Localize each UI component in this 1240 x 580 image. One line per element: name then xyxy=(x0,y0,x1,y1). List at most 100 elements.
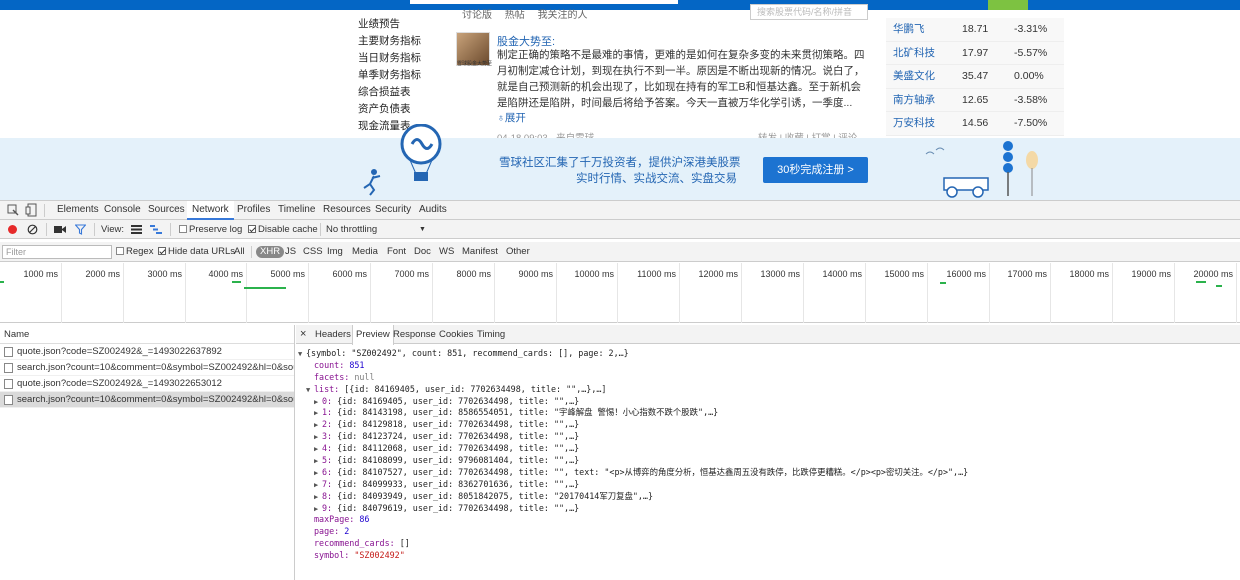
json-list-item[interactable]: ▶ 4: {id: 84112068, user_id: 7702634498, … xyxy=(298,443,968,455)
type-filter-other[interactable]: Other xyxy=(504,242,532,262)
post-avatar[interactable]: 雪球股金大势至 xyxy=(456,32,492,67)
stock-list: 华鹏飞 18.71 -3.31% 北矿科技 17.97 -5.57% 美盛文化 … xyxy=(886,18,1064,136)
stock-name[interactable]: 美盛文化 xyxy=(893,65,935,89)
json-list-item[interactable]: ▶ 0: {id: 84169405, user_id: 7702634498, … xyxy=(298,396,968,408)
stock-row[interactable]: 华鹏飞 18.71 -3.31% xyxy=(886,18,1064,42)
tab-audits[interactable]: Audits xyxy=(414,201,452,220)
stock-change: -7.50% xyxy=(1014,117,1048,129)
stock-name[interactable]: 南方轴承 xyxy=(893,89,935,113)
expanded-triangle-icon[interactable]: ▼ xyxy=(306,385,314,397)
side-menu-item[interactable]: 单季财务指标 xyxy=(358,67,421,84)
tab-timing[interactable]: Timing xyxy=(477,325,505,344)
tab-sources[interactable]: Sources xyxy=(143,201,190,220)
type-filter-js[interactable]: JS xyxy=(283,242,298,262)
stock-row[interactable]: 北矿科技 17.97 -5.57% xyxy=(886,42,1064,66)
type-filter-css[interactable]: CSS xyxy=(301,242,325,262)
type-filter-all[interactable]: All xyxy=(232,242,247,262)
regex-checkbox[interactable]: Regex xyxy=(116,242,153,262)
checkbox-box[interactable] xyxy=(158,247,166,255)
separator xyxy=(94,223,95,236)
type-filter-ws[interactable]: WS xyxy=(437,242,456,262)
tab-resources[interactable]: Resources xyxy=(318,201,376,220)
stock-row[interactable]: 美盛文化 35.47 0.00% xyxy=(886,65,1064,89)
type-filter-manifest[interactable]: Manifest xyxy=(460,242,500,262)
tab-elements[interactable]: Elements xyxy=(52,201,104,220)
json-root-line[interactable]: ▼ {symbol: "SZ002492", count: 851, recomm… xyxy=(298,348,968,360)
inspect-element-icon[interactable] xyxy=(6,203,20,217)
json-list-item[interactable]: ▶ 3: {id: 84123724, user_id: 7702634498, … xyxy=(298,431,968,443)
type-filter-font[interactable]: Font xyxy=(385,242,408,262)
waterfall-overview-icon[interactable] xyxy=(150,225,162,234)
device-mode-icon[interactable] xyxy=(25,203,39,217)
request-row[interactable]: quote.json?code=SZ002492&_=1493022653012 xyxy=(0,376,294,392)
preserve-log-checkbox[interactable]: Preserve log xyxy=(179,220,242,239)
json-list-item[interactable]: ▶ 6: {id: 84107527, user_id: 7702634498, … xyxy=(298,467,968,479)
stock-row[interactable]: 南方轴承 12.65 -3.58% xyxy=(886,89,1064,113)
regex-label: Regex xyxy=(126,246,154,257)
hide-data-urls-checkbox[interactable]: Hide data URLs xyxy=(158,242,235,262)
request-row-selected[interactable]: search.json?count=10&comment=0&symbol=SZ… xyxy=(0,392,294,408)
feed-tab-discussion[interactable]: 讨论版 xyxy=(462,10,492,21)
json-value: null xyxy=(354,371,375,382)
site-search-input[interactable]: 搜索股票代码/名称/拼音 xyxy=(750,4,868,20)
checkbox-box[interactable] xyxy=(179,225,187,233)
type-filter-doc[interactable]: Doc xyxy=(412,242,433,262)
tab-security[interactable]: Security xyxy=(370,201,416,220)
timeline-tick-label: 12000 ms xyxy=(698,269,738,279)
checkbox-box[interactable] xyxy=(116,247,124,255)
request-row[interactable]: search.json?count=10&comment=0&symbol=SZ… xyxy=(0,360,294,376)
network-overview-timeline[interactable]: 20000 ms 19000 ms 18000 ms 17000 ms 16000 ms… xyxy=(0,263,1240,323)
json-list-item[interactable]: ▶ 9: {id: 84079619, user_id: 7702634498, … xyxy=(298,503,968,515)
timeline-tick-label: 2000 ms xyxy=(85,269,120,279)
tab-network[interactable]: Network xyxy=(187,201,234,220)
collapsed-triangle-icon[interactable]: ▶ xyxy=(314,492,322,504)
side-menu-item[interactable]: 主要财务指标 xyxy=(358,33,421,50)
stock-name[interactable]: 万安科技 xyxy=(893,112,935,136)
disable-cache-checkbox[interactable]: Disable cache xyxy=(248,220,318,239)
side-menu-item[interactable]: 资产负债表 xyxy=(358,101,421,118)
checkbox-box[interactable] xyxy=(248,225,256,233)
tab-preview[interactable]: Preview xyxy=(352,325,394,345)
stock-price: 35.47 xyxy=(962,70,989,82)
clear-icon[interactable] xyxy=(27,224,38,235)
json-list-item[interactable]: ▶ 2: {id: 84129818, user_id: 7702634498, … xyxy=(298,419,968,431)
tab-headers[interactable]: Headers xyxy=(315,325,351,344)
json-value: {id: 84093949, user_id: 8051842075, titl… xyxy=(337,490,654,501)
stock-name[interactable]: 华鹏飞 xyxy=(893,18,925,42)
register-button[interactable]: 30秒完成注册 > xyxy=(763,157,868,183)
json-list-item[interactable]: ▶ 1: {id: 84143198, user_id: 8586554051, … xyxy=(298,407,968,419)
tab-timeline[interactable]: Timeline xyxy=(273,201,320,220)
name-column-header[interactable]: Name xyxy=(0,325,294,344)
type-filter-img[interactable]: Img xyxy=(325,242,345,262)
capture-screenshots-icon[interactable] xyxy=(54,225,66,234)
tab-profiles[interactable]: Profiles xyxy=(232,201,275,220)
feed-tab-hot[interactable]: 热帖 xyxy=(505,10,525,21)
side-menu-item[interactable]: 综合损益表 xyxy=(358,84,421,101)
record-button[interactable] xyxy=(8,225,17,234)
json-list-line[interactable]: ▼ list: [{id: 84169405, user_id: 77026344… xyxy=(298,384,968,396)
close-icon[interactable]: × xyxy=(300,325,306,344)
json-list-item[interactable]: ▶ 7: {id: 84099933, user_id: 8362701636, … xyxy=(298,479,968,491)
collapsed-triangle-icon[interactable]: ▶ xyxy=(314,480,322,492)
finance-side-menu: 业绩预告 主要财务指标 当日财务指标 单季财务指标 综合损益表 资产负债表 现金… xyxy=(358,16,421,135)
type-filter-xhr[interactable]: XHR xyxy=(256,246,285,258)
side-menu-item[interactable]: 当日财务指标 xyxy=(358,50,421,67)
throttling-select[interactable]: No throttling xyxy=(326,220,377,239)
stock-row[interactable]: 万安科技 14.56 -7.50% xyxy=(886,112,1064,136)
chevron-down-icon[interactable]: ▼ xyxy=(419,220,426,239)
filter-input[interactable]: Filter xyxy=(2,245,112,259)
tab-cookies[interactable]: Cookies xyxy=(439,325,473,344)
feed-tab-following[interactable]: 我关注的人 xyxy=(538,10,588,21)
filter-funnel-icon[interactable] xyxy=(75,224,86,235)
post-expand-link[interactable]: ♁展开 xyxy=(497,110,526,125)
json-list-item[interactable]: ▶ 8: {id: 84093949, user_id: 8051842075, … xyxy=(298,491,968,503)
type-filter-media[interactable]: Media xyxy=(350,242,380,262)
stock-name[interactable]: 北矿科技 xyxy=(893,42,935,66)
large-rows-icon[interactable] xyxy=(131,225,142,234)
expanded-triangle-icon[interactable]: ▼ xyxy=(298,349,306,361)
side-menu-item[interactable]: 业绩预告 xyxy=(358,16,421,33)
json-list-item[interactable]: ▶ 5: {id: 84108099, user_id: 9796081404, … xyxy=(298,455,968,467)
request-row[interactable]: quote.json?code=SZ002492&_=1493022637892 xyxy=(0,344,294,360)
tab-console[interactable]: Console xyxy=(99,201,146,220)
tab-response[interactable]: Response xyxy=(393,325,436,344)
